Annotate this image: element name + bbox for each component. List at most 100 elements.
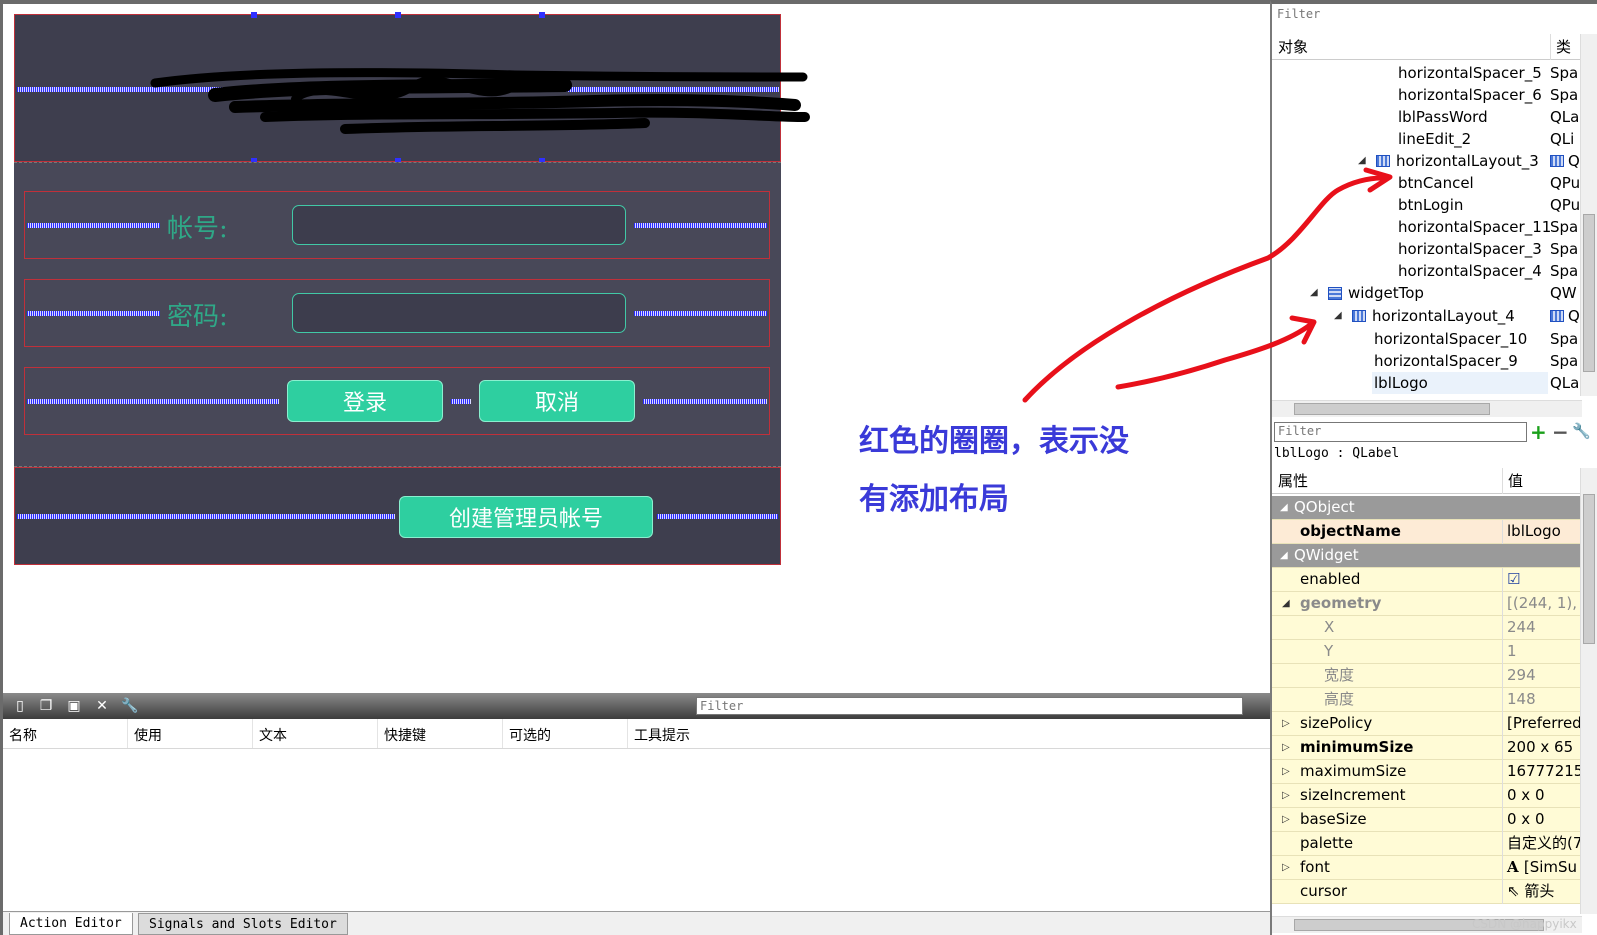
- new-action-icon[interactable]: ▯: [11, 697, 29, 715]
- property-row[interactable]: ▷ maximumSize 16777215: [1272, 760, 1582, 784]
- collapse-arrow-icon[interactable]: ◢: [1280, 544, 1288, 567]
- collapse-arrow-icon[interactable]: ◢: [1334, 310, 1342, 321]
- property-value[interactable]: 148: [1502, 688, 1582, 712]
- property-value[interactable]: A [SimSu: [1502, 856, 1582, 880]
- property-row[interactable]: ▷ font A [SimSu: [1272, 856, 1582, 880]
- property-group[interactable]: ◢ QObject: [1272, 496, 1582, 520]
- horizontal-layout-account[interactable]: 帐号:: [24, 191, 770, 259]
- property-value[interactable]: 294: [1502, 664, 1582, 688]
- property-row[interactable]: 高度 148: [1272, 688, 1582, 712]
- widget-login[interactable]: 帐号: 密码: 登录 取消: [14, 162, 781, 467]
- property-row[interactable]: 宽度 294: [1272, 664, 1582, 688]
- property-value[interactable]: 0 x 0: [1502, 808, 1582, 832]
- configure-icon[interactable]: 🔧: [121, 697, 139, 715]
- paste-action-icon[interactable]: ▣: [65, 697, 83, 715]
- tree-item[interactable]: btnCancel: [1398, 172, 1474, 194]
- tree-item[interactable]: lblPassWord: [1398, 106, 1488, 128]
- property-row[interactable]: ▷ sizePolicy [Preferred: [1272, 712, 1582, 736]
- object-tree-vscrollbar[interactable]: [1580, 34, 1597, 396]
- property-row[interactable]: objectName lblLogo: [1272, 520, 1582, 544]
- object-filter-input[interactable]: Filter: [1274, 6, 1597, 26]
- tree-item[interactable]: btnLogin: [1398, 194, 1463, 216]
- property-value[interactable]: 0 x 0: [1502, 784, 1582, 808]
- horizontal-spacer[interactable]: [27, 223, 160, 228]
- horizontal-spacer[interactable]: [634, 223, 767, 228]
- horizontal-spacer[interactable]: [451, 399, 471, 404]
- property-value[interactable]: 1: [1502, 640, 1582, 664]
- header-object[interactable]: 对象: [1278, 34, 1308, 60]
- expand-arrow-icon[interactable]: ▷: [1282, 808, 1290, 831]
- tab-action-editor[interactable]: Action Editor: [9, 913, 133, 935]
- collapse-arrow-icon[interactable]: ◢: [1280, 496, 1288, 519]
- property-value[interactable]: ⇖ 箭头: [1502, 880, 1582, 904]
- selection-handle[interactable]: [539, 12, 545, 18]
- tree-item[interactable]: horizontalSpacer_3: [1398, 238, 1542, 260]
- scrollbar-thumb[interactable]: [1583, 214, 1595, 372]
- property-row[interactable]: ◢ geometry [(244, 1), 2: [1272, 592, 1582, 616]
- tree-item[interactable]: horizontalSpacer_6: [1398, 84, 1542, 106]
- horizontal-spacer[interactable]: [27, 399, 279, 404]
- property-row[interactable]: enabled ☑: [1272, 568, 1582, 592]
- tree-item[interactable]: lineEdit_2: [1398, 128, 1471, 150]
- collapse-arrow-icon[interactable]: ◢: [1310, 287, 1318, 298]
- column-header[interactable]: 工具提示: [628, 719, 753, 748]
- horizontal-spacer[interactable]: [643, 399, 767, 404]
- widget-top[interactable]: [14, 12, 810, 164]
- tree-item[interactable]: widgetTop: [1348, 282, 1424, 304]
- action-filter-input[interactable]: Filter: [696, 697, 1243, 715]
- tree-item[interactable]: horizontalSpacer_9: [1374, 350, 1518, 372]
- tree-item[interactable]: horizontalSpacer_11: [1398, 216, 1551, 238]
- tree-item[interactable]: horizontalLayout_3: [1396, 150, 1539, 172]
- property-value[interactable]: [Preferred: [1502, 712, 1582, 736]
- form-design-canvas[interactable]: 帐号: 密码: 登录 取消 创建管理员帐号 红色的圈圈，表示没 有添加布局: [0, 0, 1270, 693]
- column-header[interactable]: 可选的: [503, 719, 628, 748]
- widget-bottom[interactable]: 创建管理员帐号: [14, 467, 781, 565]
- collapse-arrow-icon[interactable]: ◢: [1358, 155, 1366, 166]
- horizontal-layout-3[interactable]: 登录 取消: [24, 367, 770, 435]
- header-value[interactable]: 值: [1502, 468, 1523, 494]
- create-admin-button[interactable]: 创建管理员帐号: [399, 496, 653, 538]
- column-header[interactable]: 快捷键: [378, 719, 503, 748]
- delete-action-icon[interactable]: ✕: [93, 697, 111, 715]
- column-header[interactable]: 使用: [128, 719, 253, 748]
- column-header[interactable]: 文本: [253, 719, 378, 748]
- add-dynamic-property-icon[interactable]: +: [1530, 420, 1547, 444]
- horizontal-spacer[interactable]: [634, 311, 767, 316]
- configure-icon[interactable]: 🔧: [1572, 422, 1591, 440]
- tree-item[interactable]: horizontalSpacer_4: [1398, 260, 1542, 282]
- expand-arrow-icon[interactable]: ▷: [1282, 712, 1290, 735]
- property-row[interactable]: ▷ minimumSize 200 x 65: [1272, 736, 1582, 760]
- selection-handle[interactable]: [251, 12, 257, 18]
- remove-dynamic-property-icon[interactable]: −: [1552, 420, 1569, 444]
- property-row[interactable]: X 244: [1272, 616, 1582, 640]
- property-row[interactable]: cursor ⇖ 箭头: [1272, 880, 1582, 904]
- property-value[interactable]: lblLogo: [1502, 520, 1582, 544]
- copy-action-icon[interactable]: ❐: [37, 697, 55, 715]
- column-header[interactable]: 名称: [3, 719, 128, 748]
- password-input[interactable]: [292, 293, 626, 333]
- property-value[interactable]: [(244, 1), 2: [1502, 592, 1582, 616]
- cancel-button[interactable]: 取消: [479, 380, 635, 422]
- expand-arrow-icon[interactable]: ▷: [1282, 856, 1290, 879]
- horizontal-spacer[interactable]: [17, 514, 395, 519]
- login-button[interactable]: 登录: [287, 380, 443, 422]
- property-value[interactable]: 200 x 65: [1502, 736, 1582, 760]
- expand-arrow-icon[interactable]: ▷: [1282, 784, 1290, 807]
- property-row[interactable]: Y1: [1272, 640, 1582, 664]
- property-row[interactable]: palette 自定义的(7: [1272, 832, 1582, 856]
- header-class[interactable]: 类: [1550, 34, 1571, 60]
- property-vscrollbar[interactable]: [1580, 468, 1597, 914]
- scrollbar-thumb[interactable]: [1583, 494, 1595, 644]
- collapse-arrow-icon[interactable]: ◢: [1282, 592, 1290, 615]
- tree-item[interactable]: horizontalLayout_4: [1372, 305, 1515, 327]
- scrollbar-thumb[interactable]: [1294, 403, 1490, 415]
- property-value[interactable]: 244: [1502, 616, 1582, 640]
- tree-item[interactable]: horizontalSpacer_10: [1374, 328, 1527, 350]
- property-row[interactable]: ▷ sizeIncrement 0 x 0: [1272, 784, 1582, 808]
- horizontal-spacer[interactable]: [657, 514, 778, 519]
- expand-arrow-icon[interactable]: ▷: [1282, 736, 1290, 759]
- enabled-checkbox[interactable]: ☑: [1502, 568, 1582, 592]
- property-value[interactable]: 16777215: [1502, 760, 1582, 784]
- account-input[interactable]: [292, 205, 626, 245]
- selection-handle[interactable]: [395, 12, 401, 18]
